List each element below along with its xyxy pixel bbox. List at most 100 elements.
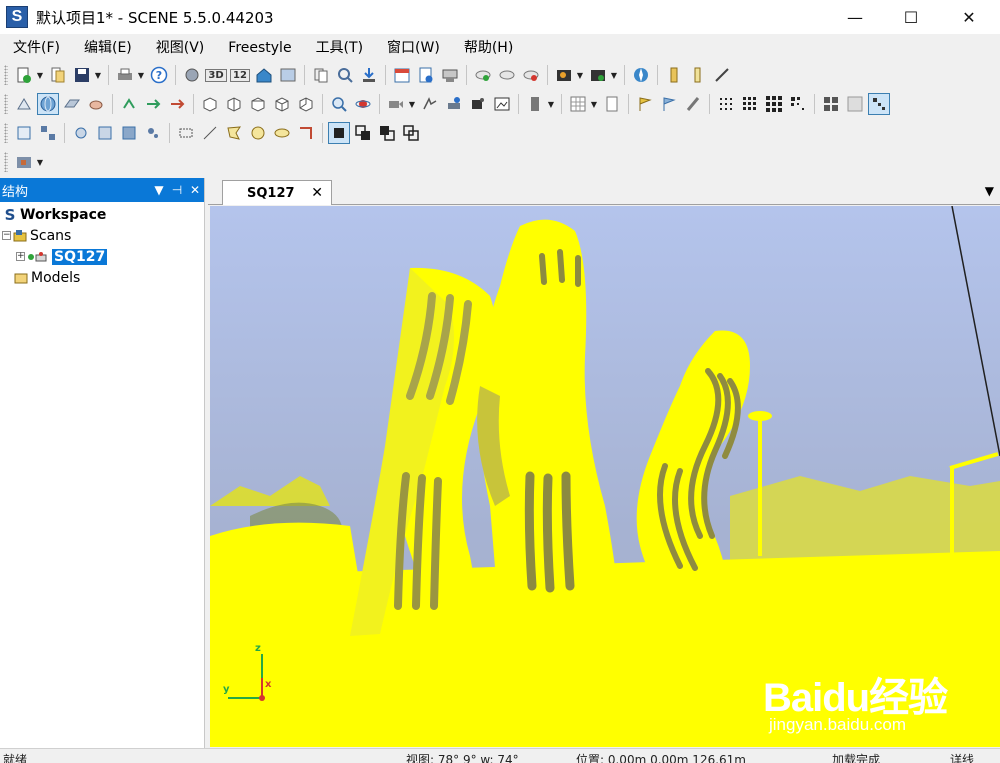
- layer-dropdown[interactable]: ▼: [36, 151, 44, 173]
- expand-toggle[interactable]: +: [16, 252, 25, 261]
- zoom-button[interactable]: [328, 93, 350, 115]
- clip-outside-button[interactable]: [352, 122, 374, 144]
- open-button[interactable]: [47, 64, 69, 86]
- new-dropdown[interactable]: ▼: [36, 64, 44, 86]
- brush-select-button[interactable]: [70, 122, 92, 144]
- tab-list-dropdown-icon[interactable]: ▼: [985, 184, 994, 198]
- tree-item-models[interactable]: Models: [0, 267, 204, 288]
- ruler-alt-button[interactable]: [687, 64, 709, 86]
- export-button[interactable]: [439, 64, 461, 86]
- transparency-button[interactable]: [844, 93, 866, 115]
- search-button[interactable]: [334, 64, 356, 86]
- help-button[interactable]: ?: [148, 64, 170, 86]
- screenshot-button[interactable]: [491, 93, 513, 115]
- tree-item-workspace[interactable]: S Workspace: [0, 204, 204, 225]
- tab-sq127[interactable]: SQ127 ✕: [222, 180, 332, 205]
- orbit-button[interactable]: [352, 93, 374, 115]
- cube-iso-button[interactable]: [271, 93, 293, 115]
- tab-close-icon[interactable]: ✕: [311, 185, 323, 201]
- layer-button[interactable]: [13, 151, 35, 173]
- deselect-button[interactable]: [142, 122, 164, 144]
- print-dropdown[interactable]: ▼: [137, 64, 145, 86]
- copy-button[interactable]: [310, 64, 332, 86]
- select-circle-button[interactable]: [247, 122, 269, 144]
- print-button[interactable]: [114, 64, 136, 86]
- cloud-button[interactable]: [496, 64, 518, 86]
- video-button[interactable]: [467, 93, 489, 115]
- navigate-button[interactable]: [630, 64, 652, 86]
- save-button[interactable]: [71, 64, 93, 86]
- point-size-1-button[interactable]: [715, 93, 737, 115]
- flag-alt-button[interactable]: [658, 93, 680, 115]
- ruler-button[interactable]: [663, 64, 685, 86]
- document-button[interactable]: [601, 93, 623, 115]
- close-window-button[interactable]: ✕: [946, 0, 992, 34]
- toolbar-grip[interactable]: [4, 94, 8, 114]
- maximize-button[interactable]: ☐: [888, 0, 934, 34]
- cloud-add-button[interactable]: [472, 64, 494, 86]
- point-size-2-button[interactable]: [739, 93, 761, 115]
- register-button[interactable]: [37, 122, 59, 144]
- menu-window[interactable]: 窗口(W): [375, 37, 452, 59]
- save-dropdown[interactable]: ▼: [94, 64, 102, 86]
- tree-item-scans[interactable]: − Scans: [0, 225, 204, 246]
- calendar-button[interactable]: [391, 64, 413, 86]
- cube-side-button[interactable]: [223, 93, 245, 115]
- clip-intersect-button[interactable]: [376, 122, 398, 144]
- new-project-button[interactable]: [13, 64, 35, 86]
- globe-view-button[interactable]: [37, 93, 59, 115]
- flag-button[interactable]: [634, 93, 656, 115]
- clip-union-button[interactable]: [400, 122, 422, 144]
- menu-edit[interactable]: 编辑(E): [72, 37, 144, 59]
- clipping-box-button[interactable]: [13, 122, 35, 144]
- view-12-button[interactable]: 12: [229, 64, 251, 86]
- fly-button[interactable]: [419, 93, 441, 115]
- printer-view-button[interactable]: [524, 93, 546, 115]
- planar-view-button[interactable]: [61, 93, 83, 115]
- select-button[interactable]: [13, 93, 35, 115]
- cube-top-button[interactable]: [247, 93, 269, 115]
- select-rect-button[interactable]: [175, 122, 197, 144]
- select-line-button[interactable]: [199, 122, 221, 144]
- point-cluster-button[interactable]: [787, 93, 809, 115]
- walk-button[interactable]: [443, 93, 465, 115]
- select-ellipse-button[interactable]: [271, 122, 293, 144]
- scan-settings-button[interactable]: [181, 64, 203, 86]
- home-view-button[interactable]: [253, 64, 275, 86]
- select-corner-button[interactable]: [295, 122, 317, 144]
- point-size-3-button[interactable]: [763, 93, 785, 115]
- brush-button[interactable]: [682, 93, 704, 115]
- grid-button[interactable]: [567, 93, 589, 115]
- toolbar-grip[interactable]: [4, 65, 8, 85]
- panel-close-icon[interactable]: ✕: [186, 183, 204, 197]
- view-3d-button[interactable]: 3D: [205, 64, 227, 86]
- pan-button[interactable]: [166, 93, 188, 115]
- select-all-button[interactable]: [94, 122, 116, 144]
- rotate-button[interactable]: [118, 93, 140, 115]
- import-button[interactable]: [358, 64, 380, 86]
- point-square-button[interactable]: [820, 93, 842, 115]
- pin-icon[interactable]: ⊣: [168, 183, 186, 197]
- measure-button[interactable]: [711, 64, 733, 86]
- hand-view-button[interactable]: [85, 93, 107, 115]
- toolbar-grip[interactable]: [4, 123, 8, 143]
- cube-front-button[interactable]: [199, 93, 221, 115]
- cloud-remove-button[interactable]: [520, 64, 542, 86]
- menu-tools[interactable]: 工具(T): [304, 37, 375, 59]
- menu-view[interactable]: 视图(V): [144, 37, 217, 59]
- toolbar-grip[interactable]: [4, 152, 8, 172]
- picture-export-button[interactable]: [587, 64, 609, 86]
- printer-dropdown[interactable]: ▼: [547, 93, 555, 115]
- picture-dropdown[interactable]: ▼: [576, 64, 584, 86]
- picture-add-button[interactable]: [553, 64, 575, 86]
- menu-freestyle[interactable]: Freestyle: [216, 37, 303, 59]
- cube-back-button[interactable]: [295, 93, 317, 115]
- camera-dropdown[interactable]: ▼: [408, 93, 416, 115]
- menu-help[interactable]: 帮助(H): [452, 37, 525, 59]
- point-fill-button[interactable]: [868, 93, 890, 115]
- tree-item-sq127[interactable]: + SQ127: [0, 246, 204, 267]
- move-button[interactable]: [142, 93, 164, 115]
- collapse-toggle[interactable]: −: [2, 231, 11, 240]
- panel-dropdown-icon[interactable]: ▼: [150, 183, 168, 197]
- minimize-button[interactable]: —: [832, 0, 878, 34]
